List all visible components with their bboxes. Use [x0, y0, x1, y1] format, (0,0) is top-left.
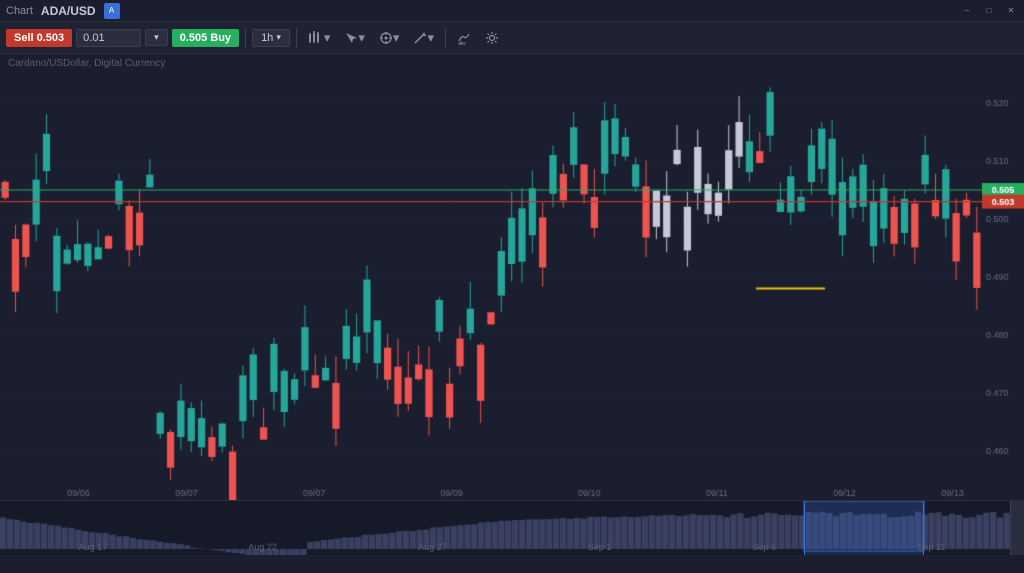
- toolbar: Sell 0.503 0.505 Buy 1h ▾ ▾: [0, 22, 1024, 54]
- mini-label-sep1: Sep 1: [588, 542, 612, 552]
- mini-label-aug17: Aug 17: [79, 542, 108, 552]
- svg-text:abc: abc: [458, 41, 467, 45]
- pair-label: ADA/USD: [41, 4, 96, 18]
- pair-icon: A: [104, 3, 120, 19]
- buy-button[interactable]: 0.505 Buy: [172, 29, 239, 47]
- maximize-button[interactable]: □: [982, 4, 996, 18]
- mini-label-sep6: Sep 6: [753, 542, 777, 552]
- draw-tool-button[interactable]: ▾: [408, 27, 439, 49]
- timeframe-dropdown[interactable]: 1h: [252, 29, 290, 47]
- mini-chart-labels: Aug 17 Aug 22 Aug 27 Sep 1 Sep 6 Sep 11: [0, 542, 1024, 552]
- separator-2: [296, 28, 297, 48]
- mini-label-aug27: Aug 27: [418, 542, 447, 552]
- sell-button[interactable]: Sell 0.503: [6, 29, 72, 47]
- separator-3: [445, 28, 446, 48]
- quantity-dropdown[interactable]: [145, 29, 168, 46]
- crosshair-button[interactable]: ▾: [374, 27, 405, 49]
- window-controls: – □ ✕: [960, 4, 1018, 18]
- mini-label-aug22: Aug 22: [248, 542, 277, 552]
- mini-label-sep11: Sep 11: [917, 542, 945, 552]
- quantity-input[interactable]: [76, 29, 141, 47]
- close-button[interactable]: ✕: [1004, 4, 1018, 18]
- separator-1: [245, 28, 246, 48]
- main-chart-canvas[interactable]: [0, 54, 1024, 500]
- settings-button[interactable]: [480, 28, 504, 48]
- cursor-tool-button[interactable]: ▾: [339, 27, 370, 49]
- chart-type-button[interactable]: ▾: [303, 27, 336, 49]
- app-label: Chart: [6, 5, 33, 17]
- indicators-button[interactable]: abc: [452, 28, 476, 48]
- chart-area[interactable]: Cardano/USDollar, Digital Currency: [0, 54, 1024, 500]
- title-bar: Chart ADA/USD A – □ ✕: [0, 0, 1024, 22]
- mini-chart[interactable]: Aug 17 Aug 22 Aug 27 Sep 1 Sep 6 Sep 11: [0, 500, 1024, 555]
- minimize-button[interactable]: –: [960, 4, 974, 18]
